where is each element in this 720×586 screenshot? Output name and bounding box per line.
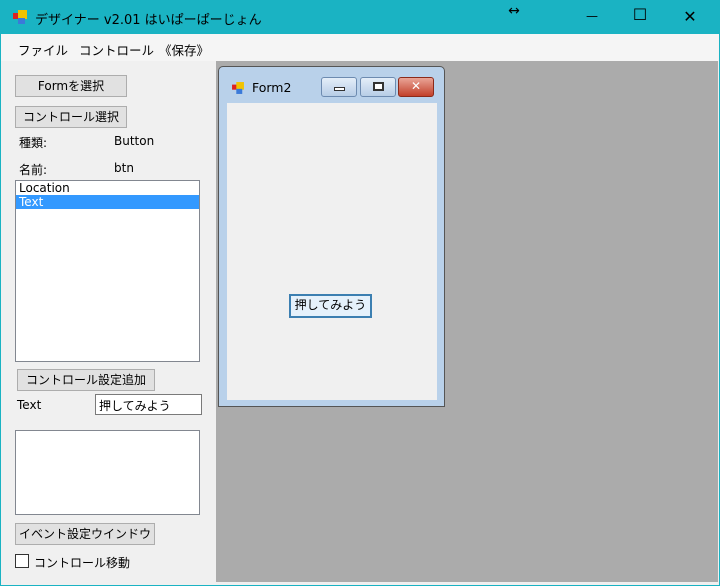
- name-label: 名前:: [19, 163, 48, 177]
- form2-close-button[interactable]: ✕: [398, 77, 434, 97]
- designer-window: デザイナー v2.01 はいぱーぱーじょん ↔ — ☐ ✕ ファイル コントロー…: [0, 0, 720, 586]
- text-input[interactable]: 押してみよう: [95, 394, 202, 415]
- resize-icon: ↔: [508, 3, 520, 19]
- event-window-button[interactable]: イベント設定ウインドウ: [15, 523, 155, 545]
- form2-client-area: [227, 103, 437, 400]
- settings-box[interactable]: [15, 430, 200, 515]
- window-title: デザイナー v2.01 はいぱーぱーじょん: [35, 13, 262, 28]
- list-item-text[interactable]: Text: [16, 195, 199, 209]
- text-label: Text: [17, 398, 42, 412]
- property-list[interactable]: Location Text: [15, 180, 200, 362]
- form2-minimize-button[interactable]: [321, 77, 357, 97]
- menu-control[interactable]: コントロール: [79, 40, 154, 59]
- title-bar: デザイナー v2.01 はいぱーぱーじょん ↔ — ☐ ✕: [1, 1, 719, 34]
- menu-file[interactable]: ファイル: [18, 40, 68, 59]
- kind-label: 種類:: [19, 136, 48, 150]
- app-icon: [13, 10, 27, 24]
- name-value: btn: [114, 161, 134, 175]
- push-button[interactable]: 押してみよう: [289, 294, 372, 318]
- form2-window[interactable]: Form2 ✕ 押してみよう: [218, 66, 445, 407]
- minimize-button[interactable]: —: [577, 9, 607, 23]
- form2-title: Form2: [252, 80, 292, 95]
- list-item-location[interactable]: Location: [16, 181, 199, 195]
- kind-value: Button: [114, 134, 155, 148]
- maximize-button[interactable]: ☐: [625, 5, 655, 24]
- move-control-label: コントロール移動: [34, 556, 131, 570]
- form2-maximize-button[interactable]: [360, 77, 396, 97]
- close-button[interactable]: ✕: [675, 7, 705, 26]
- move-control-checkbox[interactable]: [15, 554, 29, 568]
- menu-save[interactable]: 《保存》: [159, 40, 209, 59]
- menu-bar: ファイル コントロール 《保存》: [1, 34, 719, 61]
- select-control-button[interactable]: コントロール選択: [15, 106, 127, 128]
- select-form-button[interactable]: Formを選択: [15, 75, 127, 97]
- form-icon: [232, 82, 244, 94]
- add-setting-button[interactable]: コントロール設定追加: [17, 369, 155, 391]
